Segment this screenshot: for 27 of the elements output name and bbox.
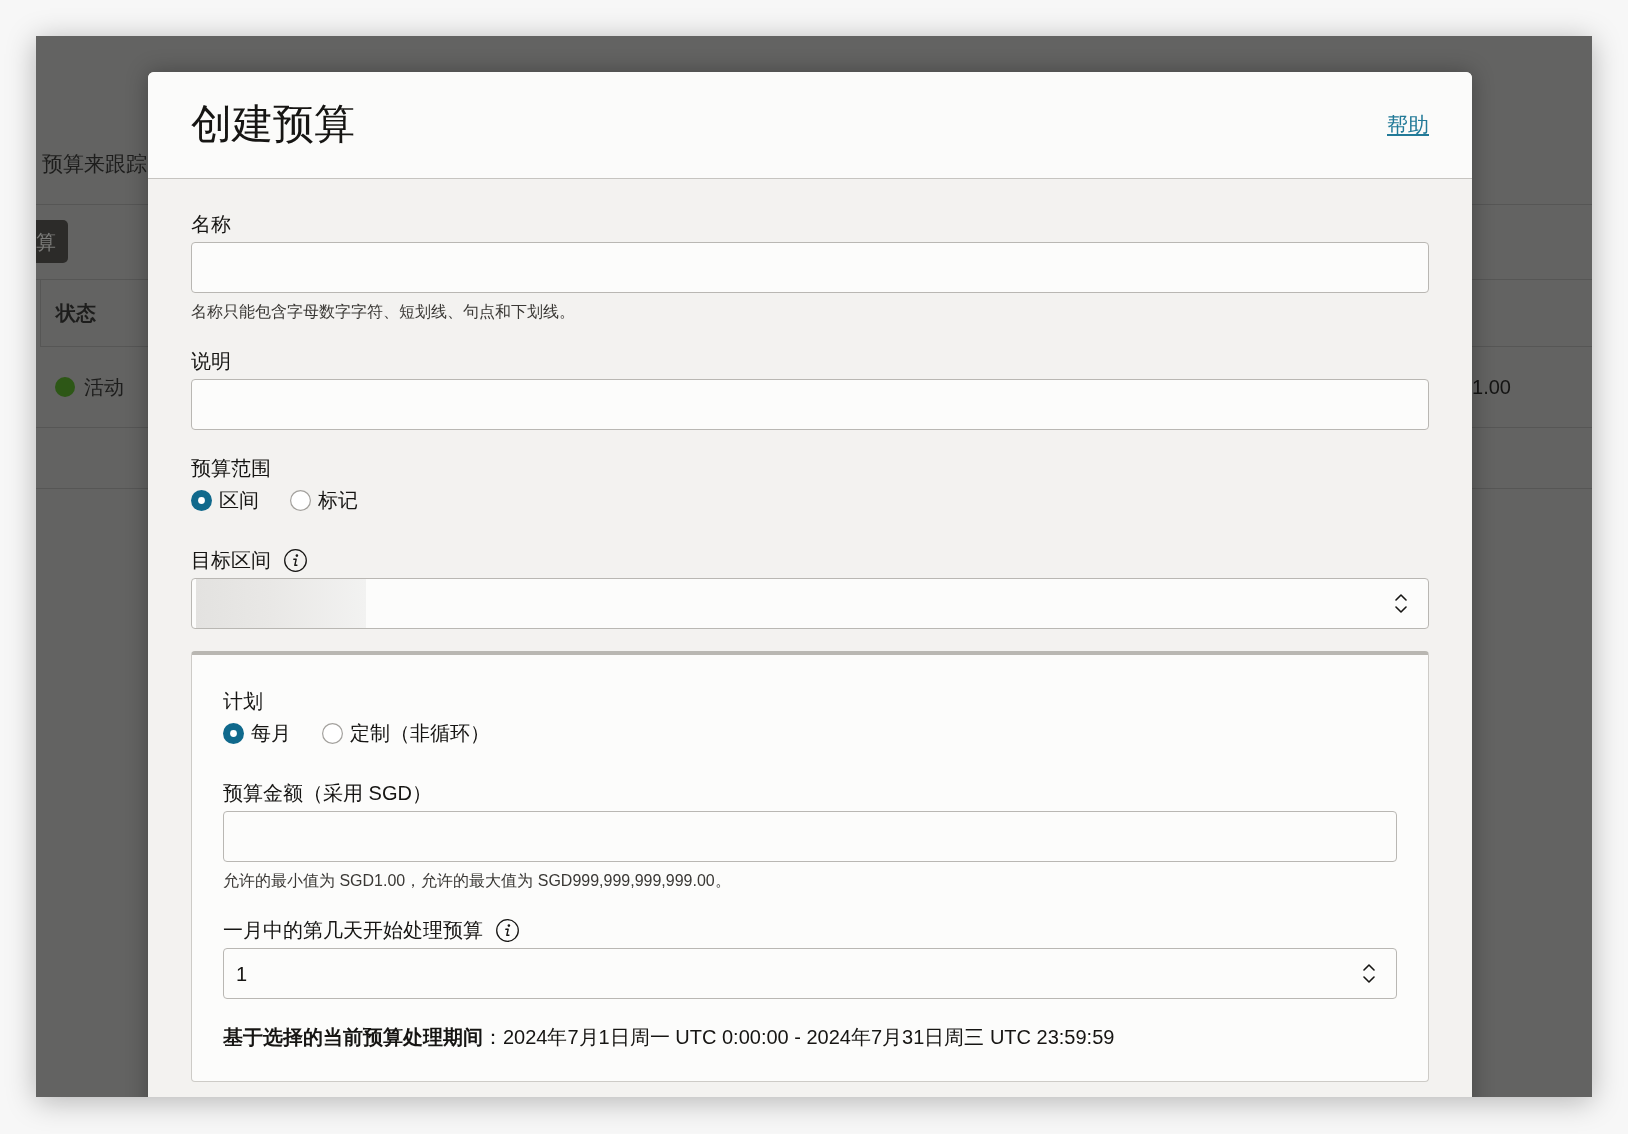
field-label: 一月中的第几天开始处理预算 [223, 918, 483, 943]
field-hint-text: 名称只能包含字母数字字符、短划线、句点和下划线。 [191, 302, 575, 322]
field-label: 预算金额（采用 SGD） [223, 781, 432, 806]
radio-option[interactable]: 标记 [290, 486, 358, 514]
text-input-field[interactable] [223, 811, 1397, 862]
radio-option[interactable]: 每月 [223, 719, 291, 747]
select-field[interactable]: 1 [223, 948, 1397, 999]
field-label: 说明 [191, 349, 231, 374]
help-link[interactable]: 帮助 [1387, 111, 1429, 139]
select-field[interactable] [191, 578, 1429, 629]
up-down-chevron-icon [1395, 594, 1407, 613]
field-label: 预算范围 [191, 456, 271, 481]
field-label: 计划 [223, 689, 263, 714]
radio-option[interactable]: 定制（非循环） [322, 719, 490, 747]
page-description-text: 预算来跟踪 [42, 152, 147, 175]
table-cell-text: 1.00 [1472, 375, 1511, 400]
radio-option[interactable]: 区间 [191, 486, 259, 514]
field-label: 名称 [191, 212, 231, 237]
text-input-field[interactable] [191, 379, 1429, 430]
period-summary-text: 基于选择的当前预算处理期间：2024年7月1日周一 UTC 0:00:00 - 2024年7月31日周三 UTC 23:59:59 [223, 1025, 1115, 1050]
dialog-title: 创建预算 [191, 100, 355, 150]
field-label: 目标区间 [191, 548, 271, 573]
column-header: 状态 [56, 301, 96, 326]
field-hint-text: 允许的最小值为 SGD1.00，允许的最大值为 SGD999,999,999,999.00。 [223, 871, 731, 891]
up-down-chevron-icon [1363, 964, 1375, 983]
status-text: 活动 [84, 375, 124, 400]
text-input-field[interactable] [191, 242, 1429, 293]
